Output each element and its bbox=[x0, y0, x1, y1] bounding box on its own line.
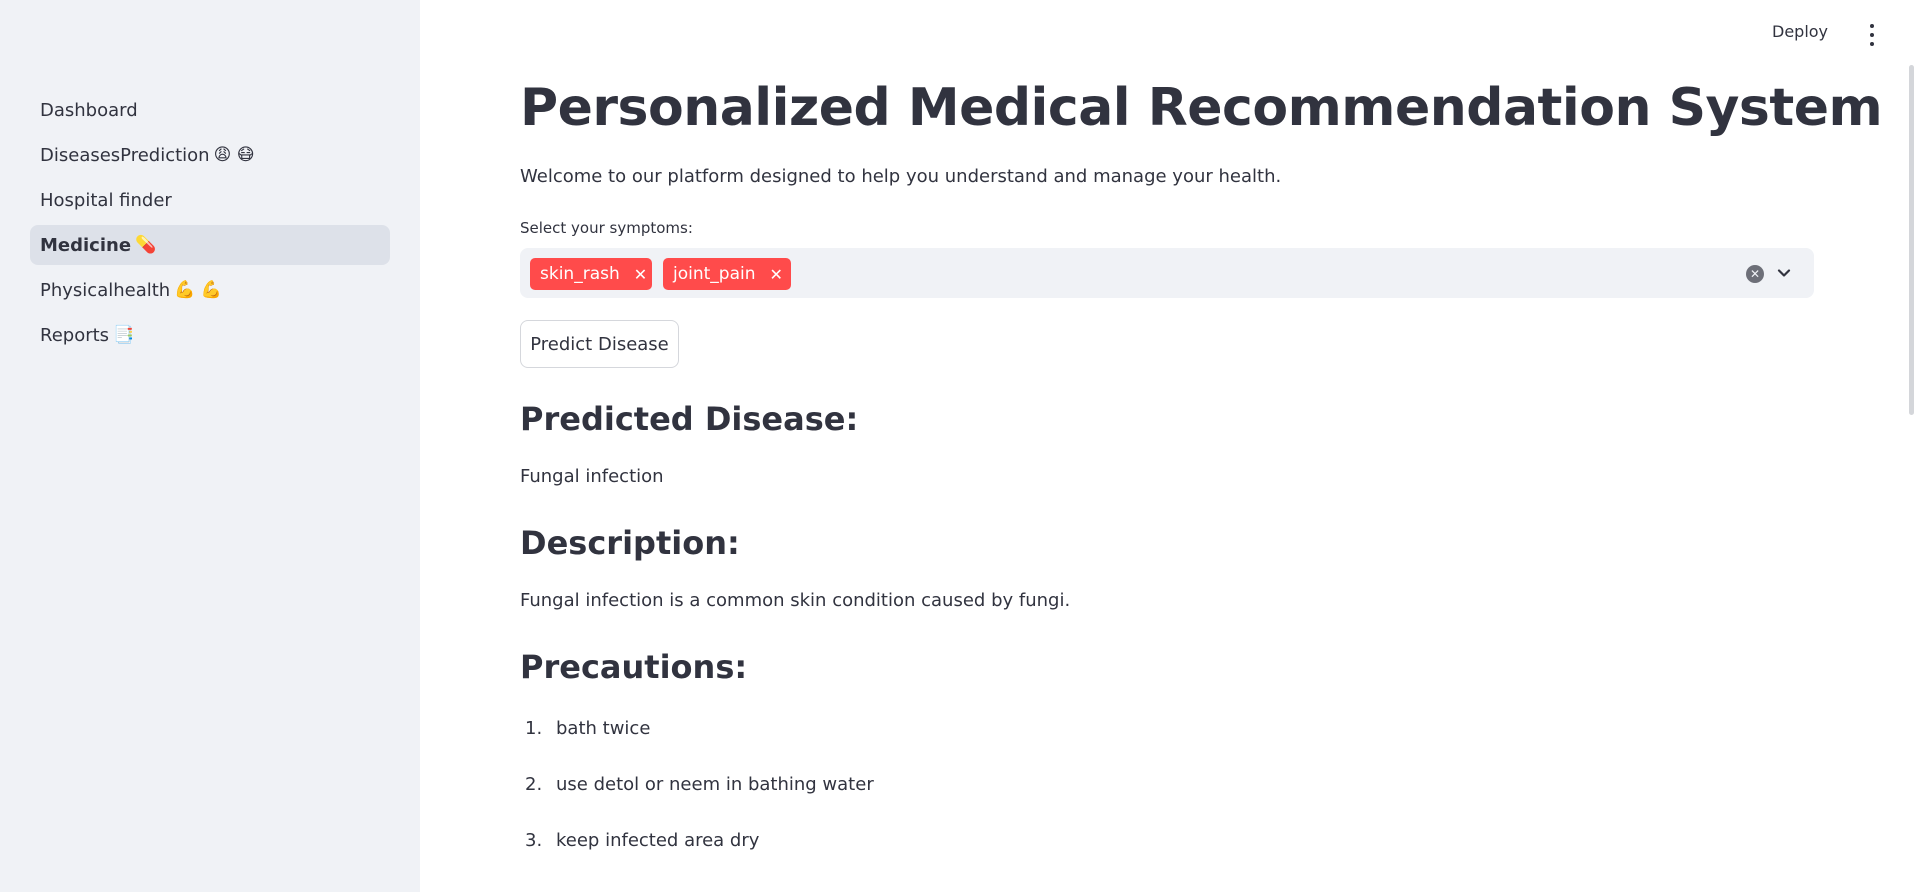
description-heading: Description: bbox=[520, 524, 740, 562]
page-title: Personalized Medical Recommendation Syst… bbox=[520, 78, 1883, 138]
description-text: Fungal infection is a common skin condit… bbox=[520, 590, 1071, 611]
remove-tag-icon[interactable]: ✕ bbox=[770, 265, 783, 284]
clear-all-icon[interactable]: ✕ bbox=[1746, 265, 1764, 283]
remove-tag-icon[interactable]: ✕ bbox=[634, 265, 647, 284]
app-root: Dashboard DiseasesPrediction 😩 😷 Hospita… bbox=[0, 0, 1915, 892]
predict-disease-button[interactable]: Predict Disease bbox=[520, 320, 679, 368]
sidebar-item-label: DiseasesPrediction bbox=[40, 144, 210, 166]
sidebar-item-hospital-finder[interactable]: Hospital finder bbox=[30, 180, 390, 220]
list-item-text: use detol or neem in bathing water bbox=[556, 774, 874, 795]
sidebar-item-reports[interactable]: Reports 📑 bbox=[30, 315, 390, 355]
document-emoji-icon: 📑 bbox=[113, 325, 135, 345]
sidebar-item-dashboard[interactable]: Dashboard bbox=[30, 90, 390, 130]
sidebar: Dashboard DiseasesPrediction 😩 😷 Hospita… bbox=[0, 0, 420, 892]
sidebar-item-medicine[interactable]: Medicine 💊 bbox=[30, 225, 390, 265]
symptoms-select-label: Select your symptoms: bbox=[520, 219, 693, 237]
list-item-number: 1. bbox=[525, 718, 543, 739]
list-item: 2. use detol or neem in bathing water bbox=[525, 774, 874, 795]
sidebar-item-label: Hospital finder bbox=[40, 189, 172, 211]
list-item-text: keep infected area dry bbox=[556, 830, 760, 851]
symptoms-multiselect[interactable]: skin_rash ✕ joint_pain ✕ ✕ bbox=[520, 248, 1814, 298]
list-item-number: 2. bbox=[525, 774, 543, 795]
sidebar-item-label: Medicine bbox=[40, 234, 132, 256]
deploy-button[interactable]: Deploy bbox=[1772, 22, 1828, 41]
predicted-disease-heading: Predicted Disease: bbox=[520, 400, 859, 438]
menu-dot bbox=[1870, 24, 1874, 28]
symptom-tag-label: skin_rash bbox=[540, 264, 620, 284]
flexed-biceps-emoji-icon: 💪 💪 bbox=[174, 280, 222, 300]
sidebar-item-label: Physicalhealth bbox=[40, 279, 171, 301]
sidebar-item-physicalhealth[interactable]: Physicalhealth 💪 💪 bbox=[30, 270, 390, 310]
symptom-tag-label: joint_pain bbox=[673, 264, 756, 284]
menu-dot bbox=[1870, 33, 1874, 37]
precautions-heading: Precautions: bbox=[520, 648, 748, 686]
predicted-disease-value: Fungal infection bbox=[520, 466, 664, 487]
main-menu-icon[interactable] bbox=[1864, 24, 1880, 46]
pill-emoji-icon: 💊 bbox=[135, 235, 157, 255]
chevron-down-icon[interactable] bbox=[1774, 263, 1794, 283]
sidebar-nav: Dashboard DiseasesPrediction 😩 😷 Hospita… bbox=[30, 90, 390, 360]
sidebar-item-label: Dashboard bbox=[40, 99, 138, 121]
list-item-number: 3. bbox=[525, 830, 543, 851]
sick-mask-emoji-icon: 😩 😷 bbox=[213, 145, 255, 165]
menu-dot bbox=[1870, 42, 1874, 46]
symptom-tag-joint-pain[interactable]: joint_pain ✕ bbox=[663, 258, 791, 290]
scrollbar-thumb[interactable] bbox=[1909, 65, 1914, 415]
symptom-tag-skin-rash[interactable]: skin_rash ✕ bbox=[530, 258, 652, 290]
welcome-text: Welcome to our platform designed to help… bbox=[520, 166, 1282, 187]
list-item-text: bath twice bbox=[556, 718, 651, 739]
list-item: 1. bath twice bbox=[525, 718, 650, 739]
sidebar-item-diseases-prediction[interactable]: DiseasesPrediction 😩 😷 bbox=[30, 135, 390, 175]
list-item: 3. keep infected area dry bbox=[525, 830, 759, 851]
sidebar-item-label: Reports bbox=[40, 324, 110, 346]
